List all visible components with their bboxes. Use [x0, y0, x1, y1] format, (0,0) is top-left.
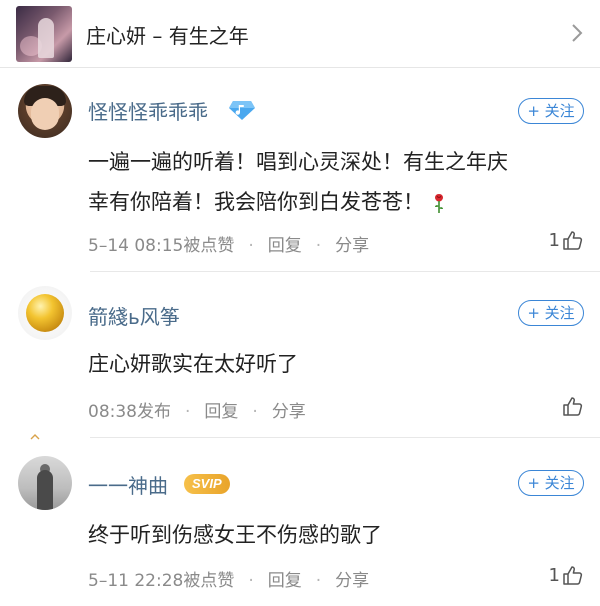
like-button[interactable]: 1 — [549, 229, 584, 251]
comment-time: 5–11 22:28被点赞 — [88, 571, 235, 591]
thumbs-up-icon[interactable] — [562, 229, 584, 251]
comment-text-line: 幸有你陪着！我会陪你到白发苍苍！ — [88, 182, 588, 222]
thumbs-up-icon[interactable] — [562, 395, 584, 417]
song-title: 庄心妍 – 有生之年 — [86, 24, 249, 48]
cover-figure — [38, 18, 54, 58]
comment-item: 箭綫ь风筝 + 关注 庄心妍歌实在太好听了 08:38发布 · 回复 · 分享 — [0, 272, 600, 438]
rose-icon — [435, 194, 443, 213]
reply-button[interactable]: 回复 — [204, 402, 238, 422]
follow-button[interactable]: + 关注 — [518, 470, 584, 496]
comment-item: 怪怪怪乖乖乖 + 关注 一遍一遍的听着！唱到心灵深处！有生之年庆 幸有你陪着！我… — [0, 68, 600, 272]
share-button[interactable]: 分享 — [335, 236, 369, 256]
like-count: 1 — [548, 229, 560, 251]
comment-text: 一遍一遍的听着！唱到心灵深处！有生之年庆 幸有你陪着！我会陪你到白发苍苍！ — [88, 142, 588, 222]
share-button[interactable]: 分享 — [272, 402, 306, 422]
avatar[interactable] — [18, 456, 72, 510]
username[interactable]: 怪怪怪乖乖乖 — [88, 96, 208, 125]
avatar[interactable] — [18, 286, 72, 340]
comment-meta: 5–14 08:15被点赞 · 回复 · 分享 — [88, 236, 370, 256]
comment-meta: 08:38发布 · 回复 · 分享 — [88, 402, 306, 422]
thumbs-up-icon[interactable] — [562, 564, 584, 586]
like-count: 1 — [548, 564, 560, 586]
comment-time: 08:38发布 — [88, 402, 171, 422]
comment-text-line: 一遍一遍的听着！唱到心灵深处！有生之年庆 — [88, 150, 508, 174]
diamond-music-badge-icon[interactable] — [229, 99, 255, 121]
share-button[interactable]: 分享 — [335, 571, 369, 591]
avatar[interactable] — [18, 84, 72, 138]
follow-button[interactable]: + 关注 — [518, 98, 584, 124]
chevron-right-icon[interactable] — [570, 22, 584, 44]
song-header[interactable]: 庄心妍 – 有生之年 — [0, 0, 600, 68]
like-button[interactable] — [560, 395, 584, 417]
reply-button[interactable]: 回复 — [268, 571, 302, 591]
svip-badge[interactable]: SVIP — [184, 474, 230, 494]
album-cover[interactable] — [16, 6, 72, 62]
like-button[interactable]: 1 — [549, 564, 584, 586]
comment-text: 终于听到伤感女王不伤感的歌了 — [88, 515, 588, 555]
comment-time: 5–14 08:15被点赞 — [88, 236, 235, 256]
reply-button[interactable]: 回复 — [268, 236, 302, 256]
username[interactable]: 箭綫ь风筝 — [88, 301, 180, 330]
divider — [90, 437, 600, 438]
comment-item: 一一神曲 SVIP + 关注 终于听到伤感女王不伤感的歌了 5–11 22:28… — [0, 440, 600, 606]
comment-text-line: 庄心妍歌实在太好听了 — [88, 352, 298, 376]
comment-meta: 5–11 22:28被点赞 · 回复 · 分享 — [88, 571, 370, 591]
comment-text-line-2: 幸有你陪着！我会陪你到白发苍苍！ — [88, 190, 424, 214]
comment-text: 庄心妍歌实在太好听了 — [88, 344, 588, 384]
follow-button[interactable]: + 关注 — [518, 300, 584, 326]
comment-text-line: 终于听到伤感女王不伤感的歌了 — [88, 523, 382, 547]
username[interactable]: 一一神曲 — [88, 470, 168, 499]
